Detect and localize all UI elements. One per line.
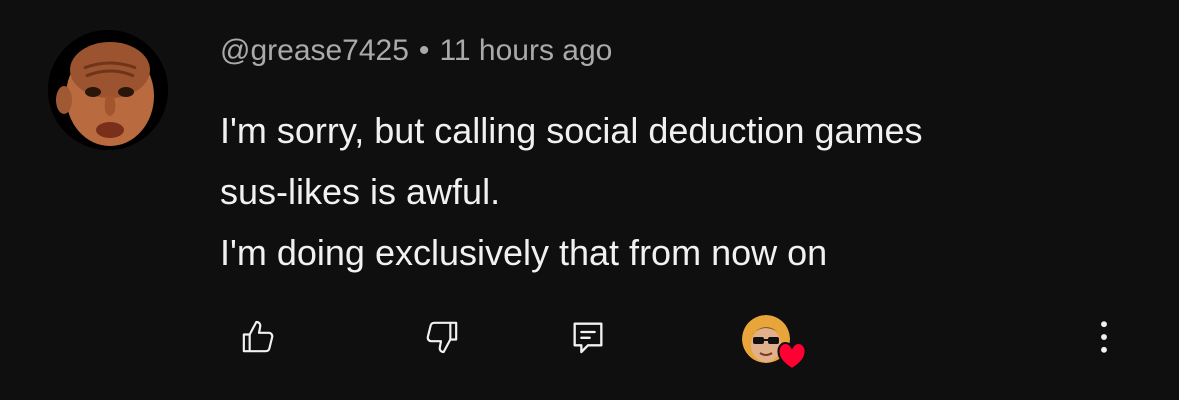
reply-button[interactable] xyxy=(566,315,610,359)
reply-comment-icon xyxy=(573,322,603,354)
comment-header: @grease7425 • 11 hours ago xyxy=(220,30,612,72)
more-options-button[interactable] xyxy=(1082,315,1126,359)
comment-line: I'm sorry, but calling social deduction … xyxy=(220,110,923,151)
comment-line: sus-likes is awful. xyxy=(220,171,501,212)
creator-heart-icon xyxy=(776,341,808,371)
comment-item: @grease7425 • 11 hours ago I'm sorry, but … xyxy=(0,0,1179,400)
header-separator: • xyxy=(418,34,430,67)
comment-line: I'm doing exclusively that from now on xyxy=(220,232,828,273)
more-vertical-icon xyxy=(1101,321,1107,353)
author-avatar[interactable] xyxy=(48,30,168,150)
comment-text: I'm sorry, but calling social deduction … xyxy=(220,100,1140,283)
thumbs-up-icon xyxy=(242,320,274,353)
author-handle[interactable]: @grease7425 xyxy=(220,34,409,67)
like-button[interactable] xyxy=(236,315,280,359)
dislike-button[interactable] xyxy=(420,315,464,359)
comment-timestamp[interactable]: 11 hours ago xyxy=(439,34,612,67)
creator-heart-badge xyxy=(742,315,808,371)
thumbs-down-icon xyxy=(426,321,458,354)
